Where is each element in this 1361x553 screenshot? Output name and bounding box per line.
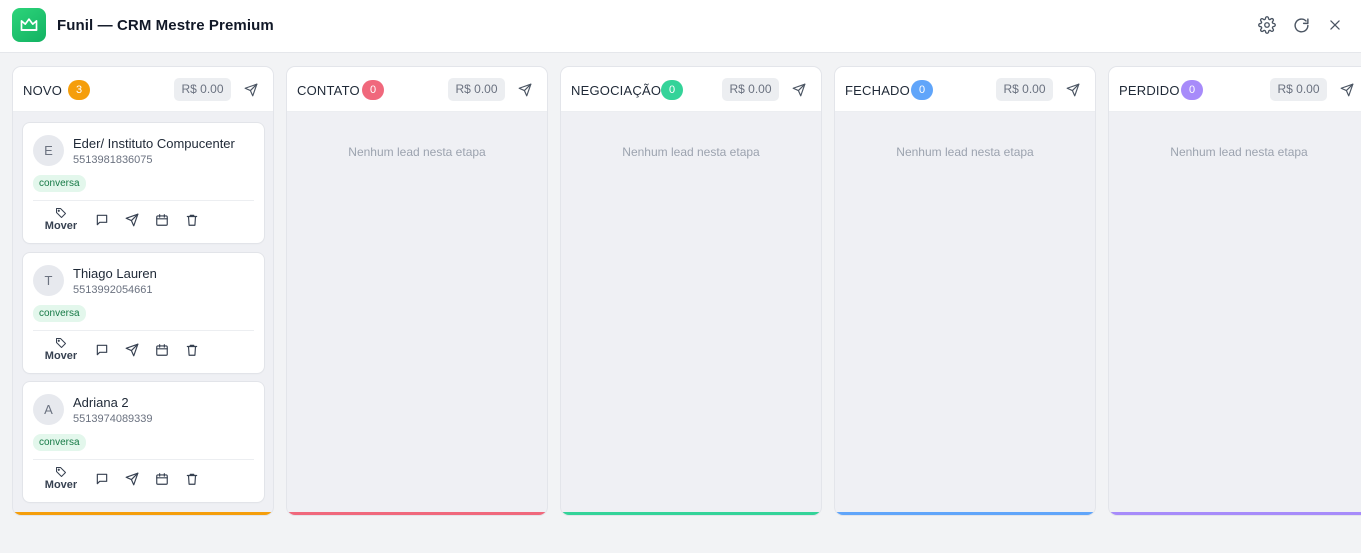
column-value: R$ 0.00 [174, 78, 231, 101]
lead-card[interactable]: A Adriana 2 5513974089339 conversa Mover [23, 382, 264, 502]
send-icon[interactable] [515, 80, 535, 100]
calendar-icon[interactable] [153, 341, 171, 359]
column-negociacao: NEGOCIAÇÃO 0 R$ 0.00 Nenhum lead nesta e… [561, 67, 821, 515]
move-label: Mover [44, 479, 78, 491]
send-icon[interactable] [241, 80, 261, 100]
move-label: Mover [44, 350, 78, 362]
calendar-icon[interactable] [153, 211, 171, 229]
column-header: FECHADO 0 R$ 0.00 [835, 67, 1095, 112]
column-title: NEGOCIAÇÃO [571, 83, 662, 98]
send-icon[interactable] [1063, 80, 1083, 100]
column-title: PERDIDO [1119, 83, 1180, 98]
column-accent-bar [1109, 512, 1361, 515]
lead-name: Eder/ Instituto Compucenter [73, 136, 235, 151]
empty-state: Nenhum lead nesta etapa [896, 145, 1034, 159]
move-button[interactable]: Mover [41, 466, 81, 496]
card-divider [33, 200, 254, 201]
column-fechado: FECHADO 0 R$ 0.00 Nenhum lead nesta etap… [835, 67, 1095, 515]
window-title: Funil — CRM Mestre Premium [57, 17, 274, 34]
column-value: R$ 0.00 [448, 78, 505, 101]
column-accent-bar [13, 512, 273, 515]
card-divider [33, 330, 254, 331]
column-header: CONTATO 0 R$ 0.00 [287, 67, 547, 112]
column-accent-bar [835, 512, 1095, 515]
empty-state: Nenhum lead nesta etapa [348, 145, 486, 159]
move-button[interactable]: Mover [41, 337, 81, 367]
trash-icon[interactable] [183, 211, 201, 229]
lead-count-badge: 0 [1181, 80, 1203, 100]
column-header: PERDIDO 0 R$ 0.00 [1109, 67, 1361, 112]
column-header: NEGOCIAÇÃO 0 R$ 0.00 [561, 67, 821, 112]
lead-count-badge: 0 [362, 80, 384, 100]
lead-phone: 5513992054661 [73, 284, 153, 296]
move-label: Mover [44, 220, 78, 232]
lead-phone: 5513981836075 [73, 154, 153, 166]
lead-tag: conversa [33, 175, 86, 192]
chat-icon[interactable] [93, 211, 111, 229]
column-perdido: PERDIDO 0 R$ 0.00 Nenhum lead nesta etap… [1109, 67, 1361, 515]
chat-icon[interactable] [93, 470, 111, 488]
column-contato: CONTATO 0 R$ 0.00 Nenhum lead nesta etap… [287, 67, 547, 515]
trash-icon[interactable] [183, 341, 201, 359]
column-accent-bar [561, 512, 821, 515]
calendar-icon[interactable] [153, 470, 171, 488]
column-value: R$ 0.00 [722, 78, 779, 101]
tag-icon [41, 337, 81, 349]
lead-count-badge: 3 [68, 80, 90, 100]
empty-state: Nenhum lead nesta etapa [1170, 145, 1308, 159]
lead-card[interactable]: T Thiago Lauren 5513992054661 conversa M… [23, 253, 264, 373]
lead-count-badge: 0 [911, 80, 933, 100]
close-icon[interactable] [1325, 15, 1345, 35]
column-header: NOVO 3 R$ 0.00 [13, 67, 273, 112]
column-accent-bar [287, 512, 547, 515]
column-title: NOVO [23, 83, 63, 98]
column-title: FECHADO [845, 83, 910, 98]
send-icon[interactable] [123, 341, 141, 359]
lead-phone: 5513974089339 [73, 413, 153, 425]
column-novo: NOVO 3 R$ 0.00 E Eder/ Instituto Compuce… [13, 67, 273, 515]
avatar: A [33, 394, 64, 425]
lead-tag: conversa [33, 305, 86, 322]
column-value: R$ 0.00 [1270, 78, 1327, 101]
send-icon[interactable] [1337, 80, 1357, 100]
send-icon[interactable] [789, 80, 809, 100]
lead-name: Adriana 2 [73, 395, 129, 410]
column-value: R$ 0.00 [996, 78, 1053, 101]
tag-icon [41, 466, 81, 478]
lead-card[interactable]: E Eder/ Instituto Compucenter 5513981836… [23, 123, 264, 243]
empty-state: Nenhum lead nesta etapa [622, 145, 760, 159]
lead-name: Thiago Lauren [73, 266, 157, 281]
send-icon[interactable] [123, 211, 141, 229]
settings-icon[interactable] [1257, 15, 1277, 35]
lead-tag: conversa [33, 434, 86, 451]
move-button[interactable]: Mover [41, 207, 81, 237]
refresh-icon[interactable] [1291, 15, 1311, 35]
avatar: T [33, 265, 64, 296]
crown-icon [12, 8, 46, 42]
chat-icon[interactable] [93, 341, 111, 359]
avatar: E [33, 135, 64, 166]
app-header: Funil — CRM Mestre Premium [0, 0, 1361, 53]
card-divider [33, 459, 254, 460]
trash-icon[interactable] [183, 470, 201, 488]
column-title: CONTATO [297, 83, 360, 98]
send-icon[interactable] [123, 470, 141, 488]
lead-count-badge: 0 [661, 80, 683, 100]
tag-icon [41, 207, 81, 219]
